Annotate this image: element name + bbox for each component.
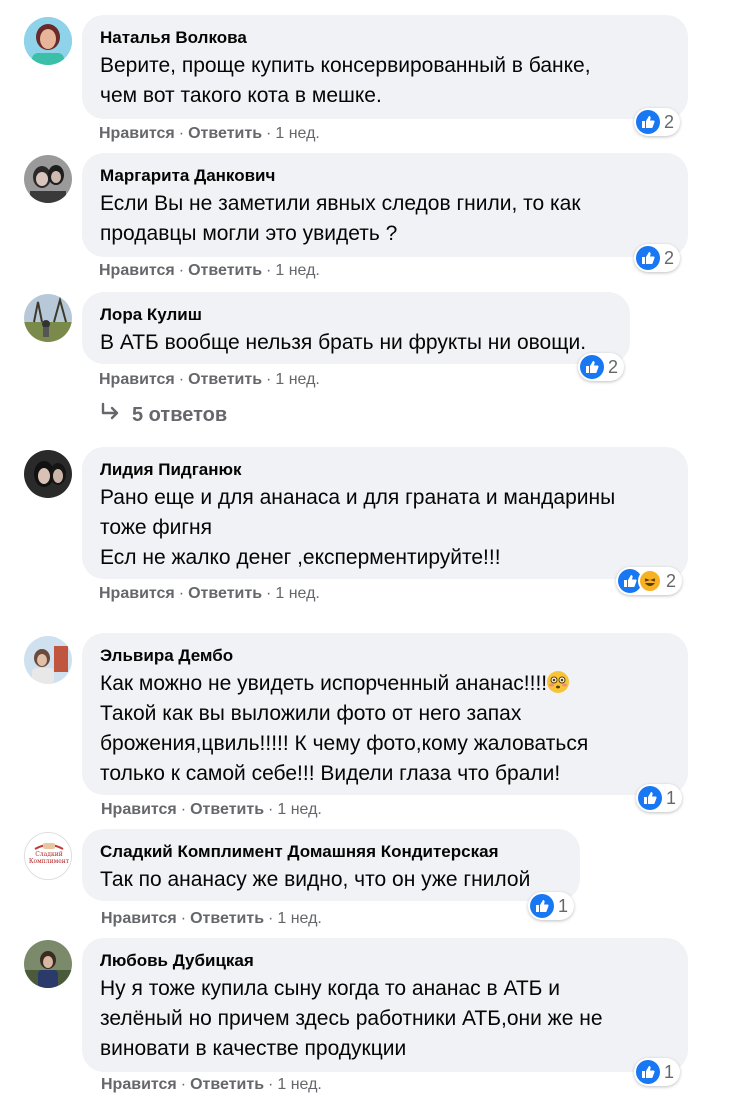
comment-author[interactable]: Маргарита Данкович — [100, 165, 670, 187]
like-reaction-icon — [636, 110, 660, 134]
like-button[interactable]: Нравится — [99, 262, 175, 279]
comment-text: Так по ананасу же видно, что он уже гнил… — [100, 868, 531, 891]
like-reaction-icon — [580, 355, 604, 379]
flushed-face-emoji-icon — [547, 671, 570, 693]
like-reaction-icon — [636, 246, 660, 270]
comment-bubble: Сладкий Комплимент Домашняя Кондитерская… — [82, 829, 580, 901]
reaction-summary[interactable]: 1 — [636, 784, 683, 812]
reaction-count: 2 — [664, 247, 675, 268]
comment-actions: Нравится · Ответить · 1 нед. — [99, 125, 320, 142]
avatar-logo-text: Сладкий Комплимент — [28, 851, 70, 865]
replies-count-label: 5 ответов — [132, 403, 228, 426]
comment-author[interactable]: Любовь Дубицкая — [100, 950, 670, 972]
reply-button[interactable]: Ответить — [188, 125, 262, 142]
like-button[interactable]: Нравится — [101, 1076, 177, 1093]
comment-text: Рано еще и для ананаса и для граната и м… — [100, 486, 616, 569]
comment-bubble: Лидия Пидганюк Рано еще и для ананаса и … — [82, 447, 688, 579]
comment-bubble: Лора Кулиш В АТБ вообще нельзя брать ни … — [82, 292, 630, 364]
comment-time[interactable]: 1 нед. — [277, 801, 322, 818]
comment-author[interactable]: Сладкий Комплимент Домашняя Кондитерская — [100, 841, 562, 863]
avatar[interactable] — [24, 155, 72, 203]
reply-button[interactable]: Ответить — [190, 801, 264, 818]
like-reaction-icon — [530, 894, 554, 918]
comment-author[interactable]: Наталья Волкова — [100, 27, 670, 49]
comment-bubble: Эльвира Дембо Как можно не увидеть испор… — [82, 633, 688, 795]
comment-time[interactable]: 1 нед. — [277, 910, 322, 927]
comment-bubble: Наталья Волкова Верите, проще купить кон… — [82, 15, 688, 119]
comment-author[interactable]: Эльвира Дембо — [100, 645, 670, 667]
like-button[interactable]: Нравится — [99, 125, 175, 142]
comment-text-line: Как можно не увидеть испорченный ананас!… — [100, 672, 548, 695]
comment-time[interactable]: 1 нед. — [277, 1076, 322, 1093]
reply-button[interactable]: Ответить — [188, 371, 262, 388]
like-button[interactable]: Нравится — [99, 371, 175, 388]
reply-button[interactable]: Ответить — [190, 1076, 264, 1093]
avatar[interactable]: Сладкий Комплимент — [24, 832, 72, 880]
like-reaction-icon — [636, 1060, 660, 1084]
comment-text: Как можно не увидеть испорченный ананас!… — [100, 669, 670, 789]
comment-time[interactable]: 1 нед. — [275, 371, 320, 388]
reaction-count: 2 — [608, 356, 619, 377]
comment-actions: Нравится · Ответить · 1 нед. — [99, 371, 320, 388]
reaction-summary[interactable]: 2 — [634, 244, 681, 272]
comment-time[interactable]: 1 нед. — [275, 585, 320, 602]
comment-text: Ну я тоже купила сыну когда то ананас в … — [100, 977, 603, 1060]
comment-text: Если Вы не заметили явных следов гнили, … — [100, 192, 581, 245]
comment-actions: Нравится · Ответить · 1 нед. — [99, 585, 320, 602]
reply-button[interactable]: Ответить — [188, 262, 262, 279]
comment-actions: Нравится · Ответить · 1 нед. — [101, 801, 322, 818]
haha-reaction-icon — [638, 569, 662, 593]
comment-author[interactable]: Лидия Пидганюк — [100, 459, 670, 481]
avatar[interactable] — [24, 450, 72, 498]
comment-author[interactable]: Лора Кулиш — [100, 304, 612, 326]
comment-text-rest: Такой как вы выложили фото от него запах… — [100, 702, 589, 785]
reply-arrow-icon — [100, 402, 122, 428]
reaction-summary[interactable]: 2 — [634, 108, 681, 136]
reaction-count: 1 — [664, 1061, 675, 1082]
comment-text: В АТБ вообще нельзя брать ни фрукты ни о… — [100, 331, 587, 354]
comment-actions: Нравится · Ответить · 1 нед. — [99, 262, 320, 279]
reaction-summary[interactable]: 2 — [616, 567, 683, 595]
reaction-summary[interactable]: 1 — [528, 892, 575, 920]
comment-bubble: Любовь Дубицкая Ну я тоже купила сыну ко… — [82, 938, 688, 1072]
reply-button[interactable]: Ответить — [188, 585, 262, 602]
reaction-summary[interactable]: 1 — [634, 1058, 681, 1086]
comment-bubble: Маргарита Данкович Если Вы не заметили я… — [82, 153, 688, 257]
reaction-summary[interactable]: 2 — [578, 353, 625, 381]
like-reaction-icon — [638, 786, 662, 810]
avatar[interactable] — [24, 636, 72, 684]
like-button[interactable]: Нравится — [101, 801, 177, 818]
comment-actions: Нравится · Ответить · 1 нед. — [101, 1076, 322, 1093]
view-replies-link[interactable]: 5 ответов — [100, 402, 227, 428]
comment-actions: Нравится · Ответить · 1 нед. — [101, 910, 322, 927]
reaction-count: 1 — [666, 787, 677, 808]
reaction-count: 2 — [666, 570, 677, 591]
comment-time[interactable]: 1 нед. — [275, 125, 320, 142]
like-button[interactable]: Нравится — [101, 910, 177, 927]
reply-button[interactable]: Ответить — [190, 910, 264, 927]
reaction-count: 2 — [664, 111, 675, 132]
avatar[interactable] — [24, 940, 72, 988]
comment-text: Верите, проще купить консервированный в … — [100, 54, 591, 107]
avatar[interactable] — [24, 294, 72, 342]
comment-time[interactable]: 1 нед. — [275, 262, 320, 279]
avatar[interactable] — [24, 17, 72, 65]
like-button[interactable]: Нравится — [99, 585, 175, 602]
reaction-count: 1 — [558, 895, 569, 916]
